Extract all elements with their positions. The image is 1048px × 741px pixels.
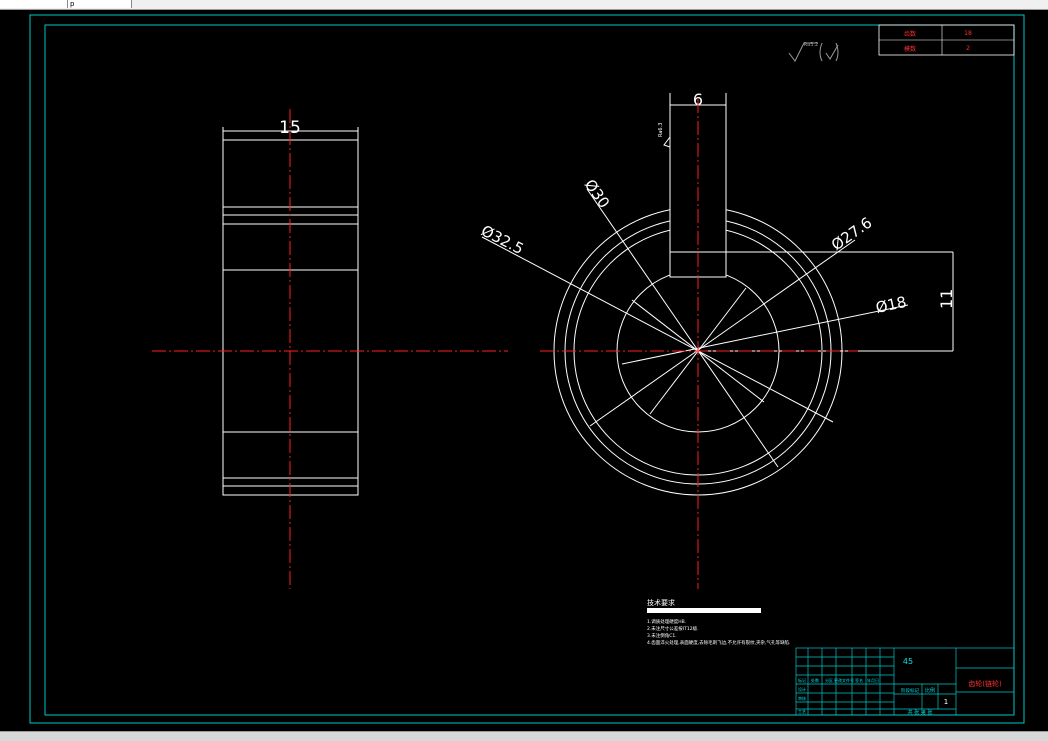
tech-note-line: 3.未注倒角C1.: [647, 632, 677, 639]
tech-notes-title: 技术要求: [647, 598, 675, 607]
tech-note-line: 2.未注尺寸公差按IT12级.: [647, 625, 699, 632]
row-label: 审核: [798, 695, 806, 701]
scale-value: 1: [944, 698, 948, 706]
tech-notes: 技术要求 1.调质处理硬度HB. 2.未注尺寸公差按IT12级. 3.未注倒角C…: [647, 598, 790, 646]
local-roughness-value: Ra6.3: [658, 123, 664, 137]
roughness-value: Ra3.2: [804, 42, 818, 48]
cad-drawing: 齿数 18 模数 2 Ra3.2 15 6 Ø32.5 Ø30 Ø27.6 Ø1…: [29, 14, 1025, 724]
dim-d-27-6: Ø27.6: [828, 214, 875, 255]
header-label: 分区: [825, 677, 833, 683]
param-label-module: 模数: [904, 45, 916, 53]
dim-d-30: Ø30: [581, 176, 613, 212]
toolbar-button[interactable]: p: [68, 0, 132, 8]
dim-d-18: Ø18: [874, 293, 908, 317]
outer-frame: [29, 14, 1025, 724]
header-label: 更改文件号: [834, 677, 854, 683]
inner-frame: [44, 24, 1015, 716]
part-name: 齿轮(链轮): [968, 679, 1002, 688]
header-label: 签名: [855, 677, 863, 683]
sheet-text: 共 张 第 张: [908, 709, 933, 716]
stage-label: 阶段标记: [901, 687, 919, 694]
ratio-label: 比例: [925, 687, 935, 694]
tech-note-line: 1.调质处理硬度HB.: [647, 618, 686, 625]
param-label-teeth: 齿数: [904, 30, 916, 38]
front-view: [481, 93, 954, 496]
material: 45: [903, 657, 913, 666]
row-label: 标记: [798, 677, 806, 683]
toolbar-button[interactable]: [0, 0, 68, 8]
tech-notes-rule: [647, 608, 761, 613]
row-label: 工艺: [798, 709, 806, 714]
dim-keyway-depth: 11: [937, 289, 956, 309]
param-value-teeth: 18: [964, 30, 972, 37]
side-centerlines: [152, 109, 508, 589]
tech-note-line: 4.齿面淬火处理,表面硬度,去除毛刺飞边,不允许有裂纹,夹杂,气孔等缺陷.: [647, 639, 790, 646]
param-value-module: 2: [966, 45, 970, 52]
header-label: 年月日: [867, 677, 879, 683]
header-label: 处数: [811, 677, 819, 683]
dim-d-32-5: Ø32.5: [478, 222, 526, 259]
param-table: 齿数 18 模数 2: [878, 24, 1015, 56]
row-label: 设计: [798, 686, 806, 692]
